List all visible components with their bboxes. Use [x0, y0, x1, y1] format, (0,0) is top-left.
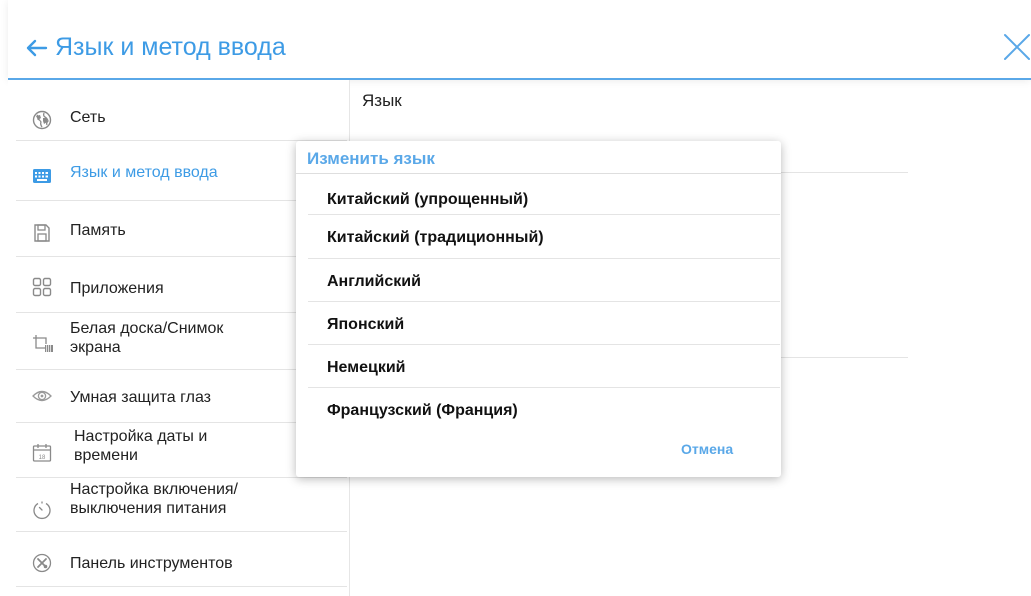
- language-option[interactable]: Французский (Франция): [296, 390, 781, 432]
- keyboard-icon: [32, 166, 52, 186]
- option-divider: [308, 387, 780, 388]
- language-option-label: Английский: [327, 273, 421, 290]
- calendar-icon: 18: [32, 443, 52, 463]
- tools-icon: [32, 553, 52, 573]
- calendar-day-number: 18: [39, 455, 46, 461]
- sidebar-item-label: Память: [70, 222, 126, 239]
- language-option-label: Французский (Франция): [327, 402, 518, 419]
- cancel-button[interactable]: Отмена: [681, 441, 733, 457]
- crop-screenshot-icon: [32, 334, 53, 354]
- dialog-title-divider: [296, 173, 781, 174]
- sidebar-item-label: Настройка даты и времени: [74, 428, 208, 464]
- language-option[interactable]: Японский: [296, 304, 781, 346]
- sidebar-item-label: Приложения: [70, 280, 164, 297]
- change-language-dialog: Изменить язык Китайский (упрощенный) Кит…: [296, 141, 781, 477]
- language-option[interactable]: Китайский (традиционный): [296, 217, 781, 259]
- option-divider: [308, 258, 780, 259]
- page-title: Язык и метод ввода: [55, 33, 286, 61]
- sidebar-item-label: Сеть: [70, 109, 106, 126]
- storage-icon: [32, 223, 52, 243]
- language-option-label: Немецкий: [327, 359, 406, 376]
- globe-icon: [32, 110, 52, 130]
- dialog-title: Изменить язык: [307, 149, 435, 168]
- sidebar-item-power-schedule[interactable]: Настройка включения/ выключения питания: [16, 478, 347, 532]
- language-option-label: Китайский (упрощенный): [327, 191, 529, 208]
- sidebar-item-label: Умная защита глаз: [70, 389, 211, 406]
- close-icon[interactable]: [1003, 33, 1031, 61]
- eye-icon: [32, 386, 52, 406]
- section-title: Язык: [362, 91, 402, 110]
- language-option-label: Китайский (традиционный): [327, 229, 544, 246]
- back-arrow-icon[interactable]: [26, 38, 48, 58]
- sidebar-item-label: Настройка включения/ выключения питания: [70, 481, 238, 517]
- sidebar-item-label: Панель инструментов: [70, 555, 233, 572]
- option-divider: [308, 301, 780, 302]
- sidebar-item-label: Белая доска/Снимок экрана: [70, 320, 224, 356]
- language-option[interactable]: Английский: [296, 261, 781, 303]
- power-timer-icon: [32, 500, 52, 520]
- sidebar-item-label: Язык и метод ввода: [70, 164, 218, 181]
- sidebar-item-toolbar[interactable]: Панель инструментов: [16, 532, 347, 587]
- language-option[interactable]: Немецкий: [296, 347, 781, 389]
- apps-grid-icon: [32, 277, 52, 297]
- language-option-label: Японский: [327, 316, 405, 333]
- option-divider: [308, 344, 780, 345]
- sidebar-item-network[interactable]: Сеть: [16, 80, 347, 141]
- option-divider: [308, 214, 780, 215]
